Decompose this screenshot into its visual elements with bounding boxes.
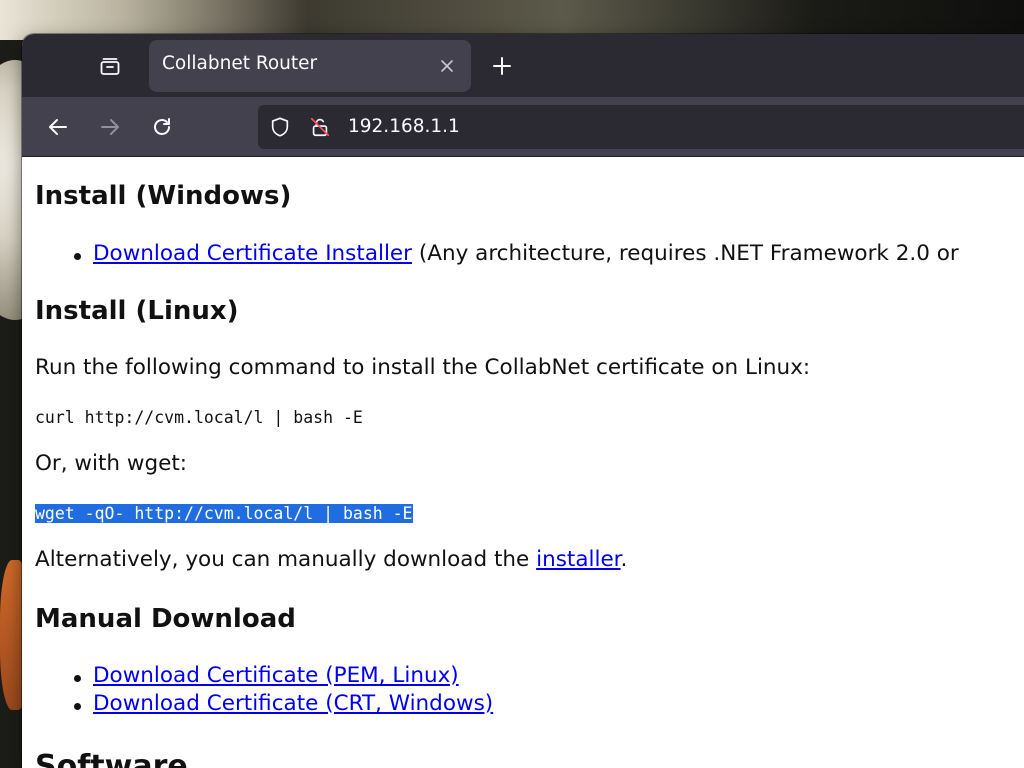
download-crt-link[interactable]: Download Certificate (CRT, Windows): [93, 691, 493, 716]
wget-command: wget -qO- http://cvm.local/l | bash -E: [35, 504, 413, 523]
download-pem-link[interactable]: Download Certificate (PEM, Linux): [93, 663, 459, 688]
list-item: Download Certificate (CRT, Windows): [93, 691, 493, 716]
lock-insecure-icon[interactable]: [308, 115, 332, 139]
tab-strip: Collabnet Router: [22, 34, 1024, 97]
curl-command: curl http://cvm.local/l | bash -E: [35, 408, 363, 427]
heading-install-windows: Install (Windows): [35, 181, 292, 211]
heading-software: Software: [35, 749, 188, 768]
heading-manual-download: Manual Download: [35, 604, 296, 634]
install-linux-intro: Run the following command to install the…: [35, 355, 811, 380]
alternative-text: Alternatively, you can manually download…: [35, 547, 627, 572]
arrow-right-icon[interactable]: [94, 111, 126, 143]
alternative-prefix: Alternatively, you can manually download…: [35, 547, 537, 572]
browser-window: Collabnet Router 192.168.1.1 Install (Wi…: [22, 34, 1024, 768]
tab-title: Collabnet Router: [162, 53, 318, 74]
navigation-toolbar: 192.168.1.1: [22, 97, 1024, 157]
heading-install-linux: Install (Linux): [35, 296, 239, 326]
close-icon[interactable]: [435, 54, 459, 78]
shield-icon[interactable]: [268, 115, 292, 139]
list-item: Download Certificate Installer (Any arch…: [93, 241, 959, 266]
plus-icon[interactable]: [488, 52, 516, 80]
browser-tab[interactable]: Collabnet Router: [149, 40, 471, 92]
installer-link[interactable]: installer: [536, 547, 620, 572]
list-bullet: [74, 253, 81, 260]
list-item: Download Certificate (PEM, Linux): [93, 663, 459, 688]
tab-overview-icon[interactable]: [96, 52, 124, 80]
arrow-left-icon[interactable]: [42, 111, 74, 143]
url-bar[interactable]: 192.168.1.1: [258, 105, 1024, 149]
download-installer-link[interactable]: Download Certificate Installer: [93, 241, 412, 266]
list-item-note: (Any architecture, requires .NET Framewo…: [418, 241, 959, 266]
alternative-suffix: .: [620, 547, 628, 572]
url-text[interactable]: 192.168.1.1: [348, 116, 460, 137]
or-wget-text: Or, with wget:: [35, 451, 188, 476]
list-bullet: [74, 703, 81, 710]
page-content: Install (Windows) Download Certificate I…: [22, 157, 1024, 768]
list-bullet: [74, 675, 81, 682]
reload-icon[interactable]: [146, 111, 178, 143]
